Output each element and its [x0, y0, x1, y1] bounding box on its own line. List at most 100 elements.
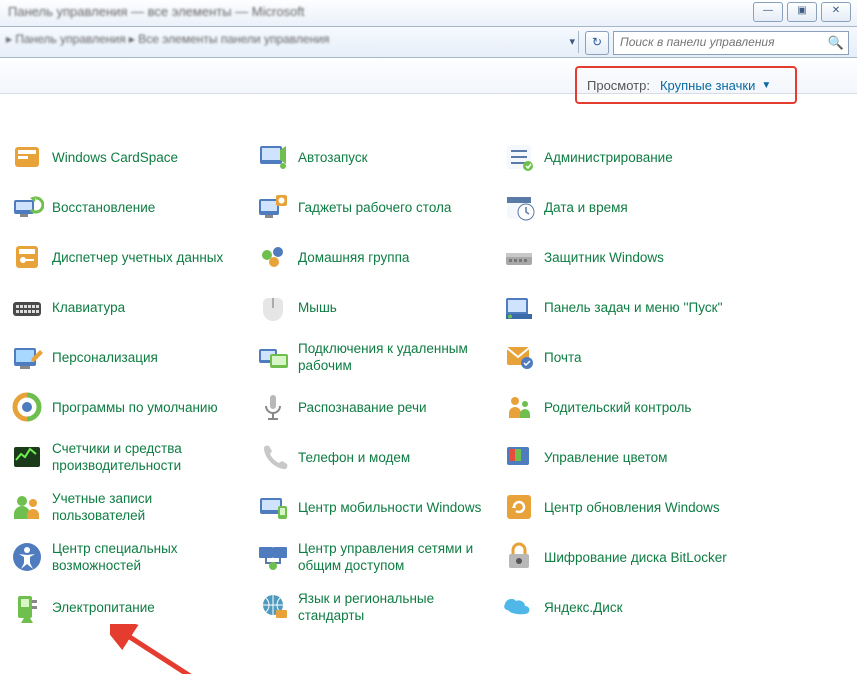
control-panel-item[interactable]: Восстановление	[6, 186, 252, 228]
taskbar-icon	[502, 290, 536, 324]
item-label: Администрирование	[544, 149, 673, 166]
window-title: Панель управления — все элементы — Micro…	[8, 4, 305, 19]
control-panel-item[interactable]: Центр мобильности Windows	[252, 486, 498, 528]
view-selector[interactable]: Просмотр: Крупные значки ▼	[575, 66, 797, 104]
window-titlebar: Панель управления — все элементы — Micro…	[0, 0, 857, 27]
content-area: Windows CardSpace Автозапуск Администриров…	[0, 94, 857, 632]
item-label: Диспетчер учетных данных	[52, 249, 223, 266]
separator	[578, 31, 579, 53]
item-label: Распознавание речи	[298, 399, 427, 416]
personalize-icon	[10, 340, 44, 374]
item-label: Гаджеты рабочего стола	[298, 199, 451, 216]
item-label: Дата и время	[544, 199, 628, 216]
users-icon	[10, 490, 44, 524]
control-panel-item[interactable]: Управление цветом	[498, 436, 744, 478]
mail-icon	[502, 340, 536, 374]
recovery-icon	[10, 190, 44, 224]
control-panel-item[interactable]: Центр специальных возможностей	[6, 536, 252, 578]
item-label: Центр управления сетями и общим доступом	[298, 540, 486, 574]
item-label: Яндекс.Диск	[544, 599, 623, 616]
item-label: Центр обновления Windows	[544, 499, 720, 516]
item-label: Восстановление	[52, 199, 155, 216]
remote-icon	[256, 340, 290, 374]
item-label: Управление цветом	[544, 449, 667, 466]
breadcrumb[interactable]: ▸ Панель управления ▸ Все элементы панел…	[6, 32, 329, 46]
control-panel-item[interactable]: Домашняя группа	[252, 236, 498, 278]
item-label: Электропитание	[52, 599, 155, 616]
gadgets-icon	[256, 190, 290, 224]
network-icon	[256, 540, 290, 574]
control-panel-item[interactable]: Автозапуск	[252, 136, 498, 178]
defender-icon	[502, 240, 536, 274]
annotation-arrow-icon	[110, 624, 290, 674]
maximize-button[interactable]: ▣	[787, 2, 817, 22]
control-panel-item[interactable]: Родительский контроль	[498, 386, 744, 428]
control-panel-item[interactable]: Телефон и модем	[252, 436, 498, 478]
control-panel-item[interactable]: Windows CardSpace	[6, 136, 252, 178]
control-panel-item[interactable]: Защитник Windows	[498, 236, 744, 278]
chevron-down-icon: ▼	[761, 80, 771, 91]
item-label: Подключения к удаленным рабочим	[298, 340, 486, 374]
admin-icon	[502, 140, 536, 174]
control-panel-item[interactable]: Центр обновления Windows	[498, 486, 744, 528]
control-panel-item[interactable]: Распознавание речи	[252, 386, 498, 428]
address-bar: ▸ Панель управления ▸ Все элементы панел…	[0, 27, 857, 58]
item-label: Счетчики и средства производительности	[52, 440, 240, 474]
refresh-button[interactable]: ↻	[585, 31, 609, 55]
control-panel-item[interactable]: Учетные записи пользователей	[6, 486, 252, 528]
control-panel-item[interactable]: Гаджеты рабочего стола	[252, 186, 498, 228]
item-label: Панель задач и меню ''Пуск''	[544, 299, 723, 316]
minimize-button[interactable]: —	[753, 2, 783, 22]
control-panel-item[interactable]: Панель задач и меню ''Пуск''	[498, 286, 744, 328]
search-icon[interactable]: 🔍	[828, 35, 844, 51]
item-label: Защитник Windows	[544, 249, 664, 266]
item-label: Телефон и модем	[298, 449, 410, 466]
phone-icon	[256, 440, 290, 474]
parental-icon	[502, 390, 536, 424]
control-panel-item[interactable]: Шифрование диска BitLocker	[498, 536, 744, 578]
control-panel-item[interactable]: Язык и региональные стандарты	[252, 586, 498, 628]
item-label: Клавиатура	[52, 299, 125, 316]
item-label: Язык и региональные стандарты	[298, 590, 486, 624]
item-label: Мышь	[298, 299, 337, 316]
control-panel-item[interactable]: Мышь	[252, 286, 498, 328]
item-label: Почта	[544, 349, 582, 366]
search-box[interactable]: 🔍	[613, 31, 849, 55]
items-grid: Windows CardSpace Автозапуск Администриров…	[6, 132, 846, 632]
item-label: Центр специальных возможностей	[52, 540, 240, 574]
power-icon	[10, 590, 44, 624]
mobility-icon	[256, 490, 290, 524]
datetime-icon	[502, 190, 536, 224]
breadcrumb-dropdown-icon[interactable]: ▾	[569, 35, 575, 48]
color-icon	[502, 440, 536, 474]
cardspace-icon	[10, 140, 44, 174]
item-label: Центр мобильности Windows	[298, 499, 481, 516]
search-input[interactable]	[614, 32, 826, 52]
item-label: Windows CardSpace	[52, 149, 178, 166]
control-panel-item[interactable]: Дата и время	[498, 186, 744, 228]
control-panel-item[interactable]: Почта	[498, 336, 744, 378]
control-panel-item[interactable]: Клавиатура	[6, 286, 252, 328]
window-controls: — ▣ ✕	[753, 2, 851, 22]
control-panel-item[interactable]: Подключения к удаленным рабочим	[252, 336, 498, 378]
close-button[interactable]: ✕	[821, 2, 851, 22]
yadisk-icon	[502, 590, 536, 624]
control-panel-item[interactable]: Персонализация	[6, 336, 252, 378]
control-panel-item[interactable]: Диспетчер учетных данных	[6, 236, 252, 278]
view-label: Просмотр:	[587, 78, 650, 93]
mouse-icon	[256, 290, 290, 324]
bitlocker-icon	[502, 540, 536, 574]
view-value: Крупные значки	[660, 78, 755, 93]
autoplay-icon	[256, 140, 290, 174]
control-panel-item[interactable]: Яндекс.Диск	[498, 586, 744, 628]
update-icon	[502, 490, 536, 524]
control-panel-item[interactable]: Счетчики и средства производительности	[6, 436, 252, 478]
item-label: Персонализация	[52, 349, 158, 366]
control-panel-item[interactable]: Программы по умолчанию	[6, 386, 252, 428]
region-icon	[256, 590, 290, 624]
control-panel-item[interactable]: Администрирование	[498, 136, 744, 178]
item-label: Домашняя группа	[298, 249, 409, 266]
control-panel-item[interactable]: Электропитание	[6, 586, 252, 628]
control-panel-item[interactable]: Центр управления сетями и общим доступом	[252, 536, 498, 578]
homegroup-icon	[256, 240, 290, 274]
